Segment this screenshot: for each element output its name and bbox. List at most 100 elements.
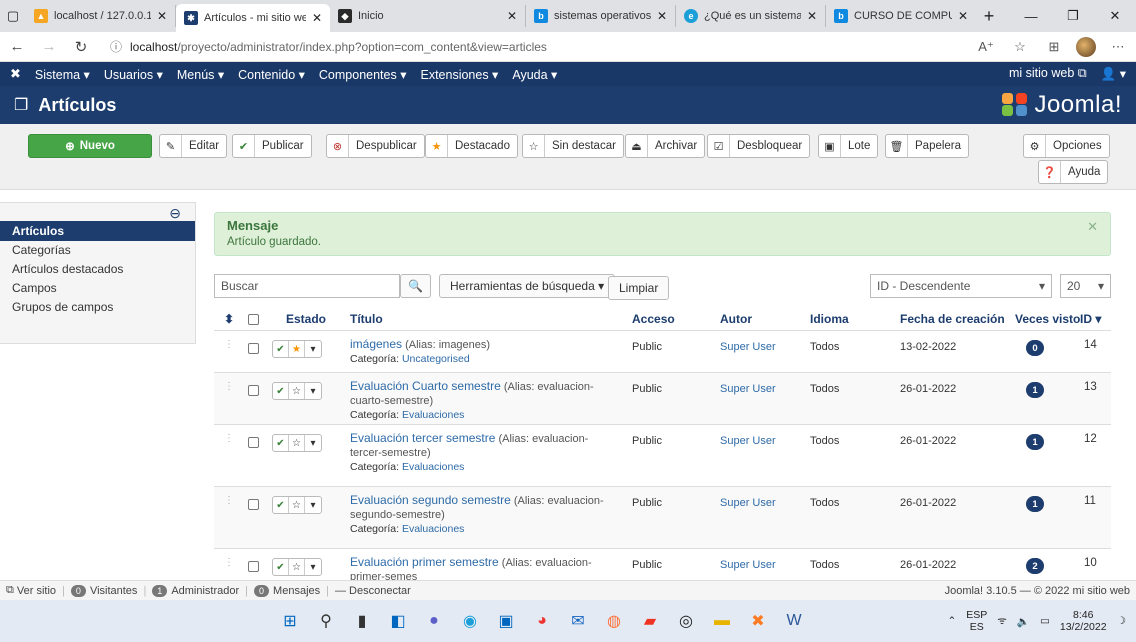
batch-button[interactable]: ▣ Lote [818, 134, 879, 158]
chevron-down-icon[interactable]: ▾ [305, 435, 321, 451]
drag-handle-icon[interactable]: ⋮ [224, 381, 234, 392]
collapse-sidebar-icon[interactable]: ⊖ [169, 205, 181, 222]
widgets-icon[interactable]: ◧ [386, 609, 410, 633]
logout-link[interactable]: Desconectar [349, 585, 411, 597]
unfeatured-button[interactable]: ☆ Sin destacar [522, 134, 624, 158]
photos-icon[interactable]: ▣ [494, 609, 518, 633]
row-checkbox[interactable] [248, 437, 259, 448]
drag-handle-icon[interactable]: ⋮ [224, 339, 234, 350]
checkin-button[interactable]: ☑ Desbloquear [707, 134, 811, 158]
menu-sistema[interactable]: Sistema ▾ [35, 67, 90, 82]
back-icon[interactable]: ← [6, 38, 28, 55]
forward-icon[interactable]: → [38, 38, 60, 55]
category-link[interactable]: Evaluaciones [402, 409, 464, 421]
favorites-icon[interactable]: ☆ [1008, 39, 1032, 55]
published-icon[interactable]: ✔ [273, 559, 289, 575]
messages-label[interactable]: Mensajes [273, 585, 320, 597]
close-message-icon[interactable]: ✕ [1087, 219, 1098, 235]
close-window-icon[interactable]: ✕ [1094, 0, 1136, 32]
chevron-down-icon[interactable]: ▾ [305, 383, 321, 399]
featured-star-icon[interactable]: ★ [289, 341, 305, 357]
col-author[interactable]: Autor [720, 312, 752, 326]
office-icon[interactable]: ▰ [638, 609, 662, 633]
read-aloud-icon[interactable]: A⁺ [974, 39, 998, 55]
col-status[interactable]: Estado [286, 312, 326, 326]
author-link[interactable]: Super User [720, 559, 776, 571]
author-link[interactable]: Super User [720, 435, 776, 447]
col-title[interactable]: Título [350, 312, 383, 326]
browser-tab-sistemas[interactable]: b sistemas operativos - ✕ [526, 5, 676, 27]
close-tab-icon[interactable]: ✕ [507, 9, 517, 23]
language-indicator[interactable]: ESP ES [966, 609, 987, 633]
battery-icon[interactable]: ▭ [1040, 615, 1050, 627]
tab-actions-icon[interactable]: ▢ [0, 0, 26, 32]
menu-usuarios[interactable]: Usuarios ▾ [104, 67, 163, 82]
sidebar-item-categorias[interactable]: Categorías [12, 243, 71, 257]
volume-icon[interactable]: 🔈 [1017, 615, 1030, 628]
author-link[interactable]: Super User [720, 497, 776, 509]
search-button[interactable]: 🔍 [400, 274, 431, 298]
drag-handle-icon[interactable]: ⋮ [224, 557, 234, 568]
clear-button[interactable]: Limpiar [608, 276, 670, 300]
menu-extensiones[interactable]: Extensiones ▾ [420, 67, 498, 82]
task-view-icon[interactable]: ▮ [350, 609, 374, 633]
sidebar-item-articulos[interactable]: Artículos [0, 221, 195, 241]
featured-button[interactable]: ★ Destacado [425, 134, 518, 158]
sort-icon[interactable]: ⬍ [224, 312, 234, 326]
info-icon[interactable]: ⓘ [110, 38, 122, 55]
search-tools-button[interactable]: Herramientas de búsqueda ▾ [439, 274, 616, 298]
firefox-icon[interactable]: ◍ [602, 609, 626, 633]
reload-icon[interactable]: ↻ [70, 38, 92, 56]
published-icon[interactable]: ✔ [273, 435, 289, 451]
star-empty-icon[interactable]: ☆ [289, 559, 305, 575]
chrome-icon[interactable]: ◕ [530, 609, 554, 633]
published-icon[interactable]: ✔ [273, 497, 289, 513]
visitors-label[interactable]: Visitantes [90, 585, 138, 597]
joomla-icon[interactable]: ✖ [10, 66, 21, 82]
close-tab-icon[interactable]: ✕ [312, 11, 322, 25]
col-access[interactable]: Acceso [632, 312, 675, 326]
category-link[interactable]: Evaluaciones [402, 461, 464, 473]
close-tab-icon[interactable]: ✕ [157, 9, 167, 23]
article-link[interactable]: imágenes [350, 337, 402, 351]
menu-componentes[interactable]: Componentes ▾ [319, 67, 407, 82]
options-button[interactable]: ⚙ Opciones [1023, 134, 1110, 158]
ordering-select[interactable]: ID - Descendente ▾ [870, 274, 1052, 298]
close-tab-icon[interactable]: ✕ [958, 9, 968, 23]
sidebar-item-grupos[interactable]: Grupos de campos [12, 300, 113, 314]
chevron-up-icon[interactable]: ⌃ [947, 615, 956, 627]
browser-tab-inicio[interactable]: ◆ Inicio ✕ [330, 5, 526, 27]
star-empty-icon[interactable]: ☆ [289, 383, 305, 399]
admins-label[interactable]: Administrador [171, 585, 239, 597]
sidebar-item-destacados[interactable]: Artículos destacados [12, 262, 123, 276]
drag-handle-icon[interactable]: ⋮ [224, 495, 234, 506]
chevron-down-icon[interactable]: ▾ [305, 341, 321, 357]
col-language[interactable]: Idioma [810, 312, 849, 326]
collections-icon[interactable]: ⊞ [1042, 39, 1066, 55]
help-button[interactable]: ❓ Ayuda [1038, 160, 1109, 184]
category-link[interactable]: Evaluaciones [402, 523, 464, 535]
limit-select[interactable]: 20 ▾ [1060, 274, 1111, 298]
restore-icon[interactable]: ❐ [1052, 0, 1094, 32]
row-checkbox[interactable] [248, 561, 259, 572]
star-empty-icon[interactable]: ☆ [289, 435, 305, 451]
browser-tab-curso[interactable]: b CURSO DE COMPUTAC ✕ [826, 5, 976, 27]
menu-menus[interactable]: Menús ▾ [177, 67, 224, 82]
close-tab-icon[interactable]: ✕ [807, 9, 817, 23]
col-created[interactable]: Fecha de creación [900, 312, 1005, 326]
view-site-link[interactable]: Ver sitio [17, 585, 56, 597]
menu-ayuda[interactable]: Ayuda ▾ [512, 67, 557, 82]
article-link[interactable]: Evaluación segundo semestre [350, 493, 511, 507]
row-checkbox[interactable] [248, 385, 259, 396]
more-icon[interactable]: ⋯ [1106, 39, 1130, 55]
row-checkbox[interactable] [248, 499, 259, 510]
close-tab-icon[interactable]: ✕ [657, 9, 667, 23]
author-link[interactable]: Super User [720, 383, 776, 395]
minimize-icon[interactable]: — [1010, 0, 1052, 32]
clock[interactable]: 8:46 13/2/2022 [1060, 609, 1107, 633]
site-link[interactable]: mi sitio web ⧉ [1009, 66, 1087, 82]
row-checkbox[interactable] [248, 343, 259, 354]
article-link[interactable]: Evaluación primer semestre [350, 555, 499, 569]
profile-avatar[interactable] [1076, 36, 1096, 57]
drag-handle-icon[interactable]: ⋮ [224, 433, 234, 444]
